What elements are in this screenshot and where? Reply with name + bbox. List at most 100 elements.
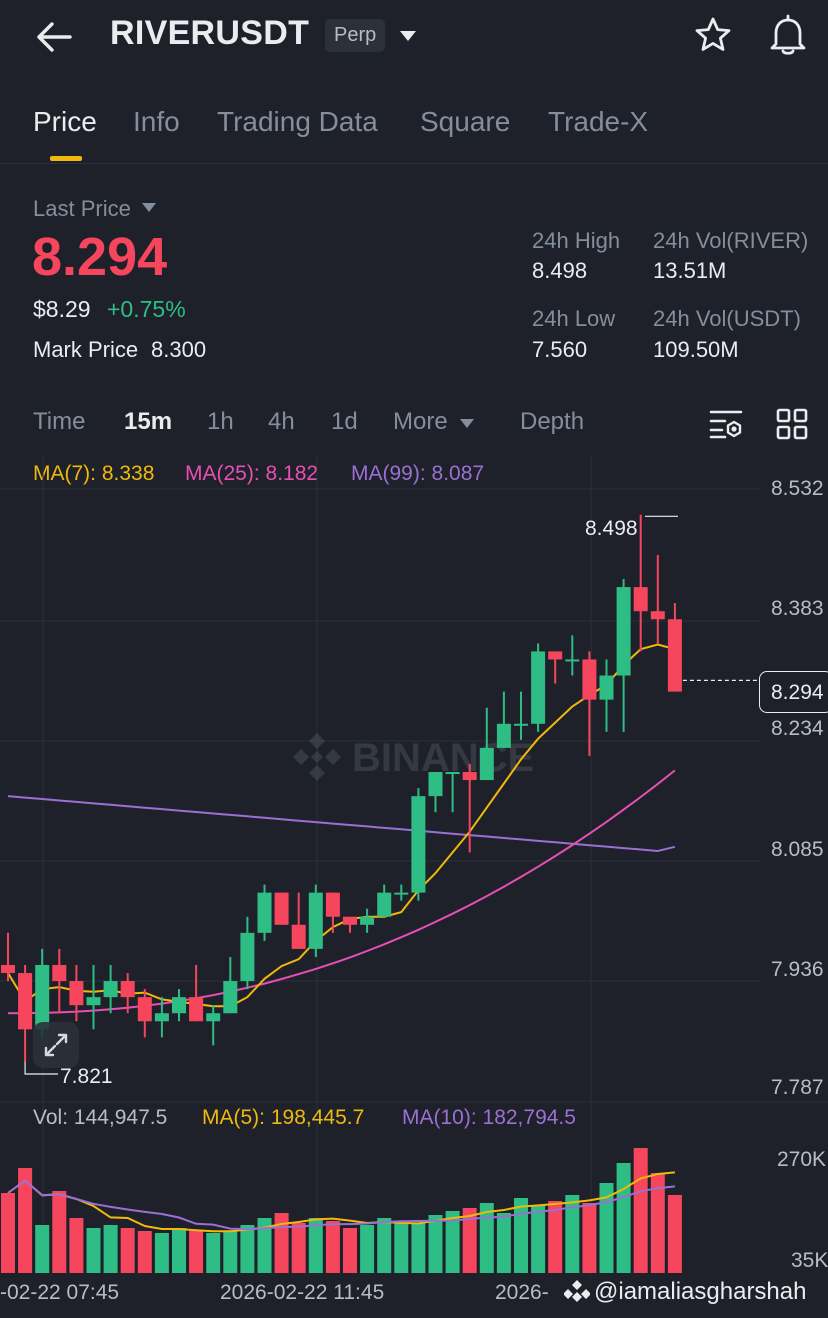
volume-bar [291,1223,306,1273]
last-price-dropdown-icon[interactable] [141,202,157,213]
interval-more[interactable]: More [393,408,448,436]
price-axis-tick: 7.787 [771,1076,824,1099]
vol-quote-value: 109.50M [653,337,739,362]
symbol-title[interactable]: RIVERUSDT [110,14,309,53]
volume-bar [86,1228,101,1273]
candle-body [154,1013,169,1022]
volume-bar [531,1205,546,1273]
expand-icon [44,1033,68,1057]
interval-4h[interactable]: 4h [268,408,295,436]
volume-bar [360,1225,375,1273]
candle-body [325,892,340,917]
candle-body [172,997,186,1014]
tab-info[interactable]: Info [133,106,180,138]
price-axis-tick: 8.532 [771,477,824,500]
high-value: 8.498 [532,258,588,283]
price-change: +0.75% [107,296,186,322]
candle-body [565,659,580,662]
volume-bar [343,1228,357,1273]
star-icon[interactable] [694,16,732,54]
volume-bar [137,1231,152,1273]
binance-logo-icon [564,1280,590,1302]
volume-bar [189,1231,204,1273]
candle-body [1,964,15,974]
volume-bar [325,1221,340,1273]
price-axis-tick: 8.383 [771,597,824,620]
candle-body [479,747,494,781]
candle-body [35,964,50,1030]
candle-body [531,651,546,724]
candle-body [599,675,614,700]
back-arrow-icon[interactable] [34,20,74,54]
candle-body [411,796,426,893]
tab-trade-x[interactable]: Trade-X [548,106,648,138]
candle-body [137,997,152,1022]
usd-price: $8.29 [33,296,91,322]
price-axis-tick: 7.936 [771,958,824,981]
interval-1d[interactable]: 1d [331,408,358,436]
tab-square[interactable]: Square [420,106,510,138]
current-price-tag: 8.294 [759,671,828,713]
volume-bar [154,1233,169,1273]
interval-1h[interactable]: 1h [207,408,234,436]
candle-body [377,892,392,917]
volume-bar [411,1223,426,1273]
candle-body [343,916,357,925]
fullscreen-button[interactable] [33,1022,79,1068]
candle-body [18,973,33,1030]
candle-body [86,997,101,1006]
ma25-polyline [7,769,676,1015]
mark-price-label: Mark Price [33,337,139,362]
vol-base-value: 13.51M [653,258,727,283]
price-chart[interactable]: BINANCE [0,455,828,1275]
volume-bar [274,1213,289,1273]
interval-time[interactable]: Time [33,408,85,436]
candle-body [445,772,460,775]
volume-bar [548,1201,563,1273]
price-axis-tick: 8.085 [771,838,824,861]
caret-down-icon[interactable] [398,29,418,43]
credit-text: @iamaliasgharshah [594,1278,807,1305]
volume-ma5-readout: MA(5): 198,445.7 [202,1106,365,1129]
ma7-polyline [7,643,676,1008]
mark-price-value: 8.300 [151,337,207,362]
candle-body [616,587,631,676]
current-price-tag-value: 8.294 [771,681,824,704]
volume-bar [52,1191,67,1273]
last-price-label[interactable]: Last Price [33,196,131,222]
volume-axis-tick: 35K [791,1249,828,1272]
candle-body [308,892,323,949]
candle-body [462,772,477,781]
bell-icon[interactable] [768,14,808,56]
last-price-value: 8.294 [32,227,168,287]
candle-body [582,659,597,700]
candle-body [548,651,563,660]
volume-bar [69,1218,84,1273]
ma25-line [7,769,676,1015]
interval-depth[interactable]: Depth [520,408,584,436]
volume-bar [428,1215,443,1273]
candle-body [120,981,135,998]
top-bar: RIVERUSDT Perp [0,0,828,80]
low-marker-label: 7.821 [60,1065,113,1088]
time-axis-label: 2026- [495,1281,549,1304]
candle-body [496,723,511,748]
tab-bar: Price Info Trading Data Square Trade-X [0,100,828,164]
interval-15m[interactable]: 15m [124,408,172,436]
volume-bar [206,1233,221,1273]
volume-bar [172,1228,186,1273]
indicator-settings-icon[interactable] [708,406,744,442]
volume-bar [616,1163,631,1273]
candle-body [52,964,67,982]
tab-price[interactable]: Price [33,106,97,138]
volume-bar [35,1225,50,1273]
candle-body [514,723,528,726]
more-dropdown-icon[interactable] [459,418,475,429]
candle-body [360,916,375,925]
candle-body [257,892,272,933]
tab-trading-data[interactable]: Trading Data [217,106,378,138]
vol-quote-label: 24h Vol(USDT) [653,306,801,331]
layout-grid-icon[interactable] [776,408,808,440]
candle-body [650,611,665,620]
high-label: 24h High [532,228,621,253]
